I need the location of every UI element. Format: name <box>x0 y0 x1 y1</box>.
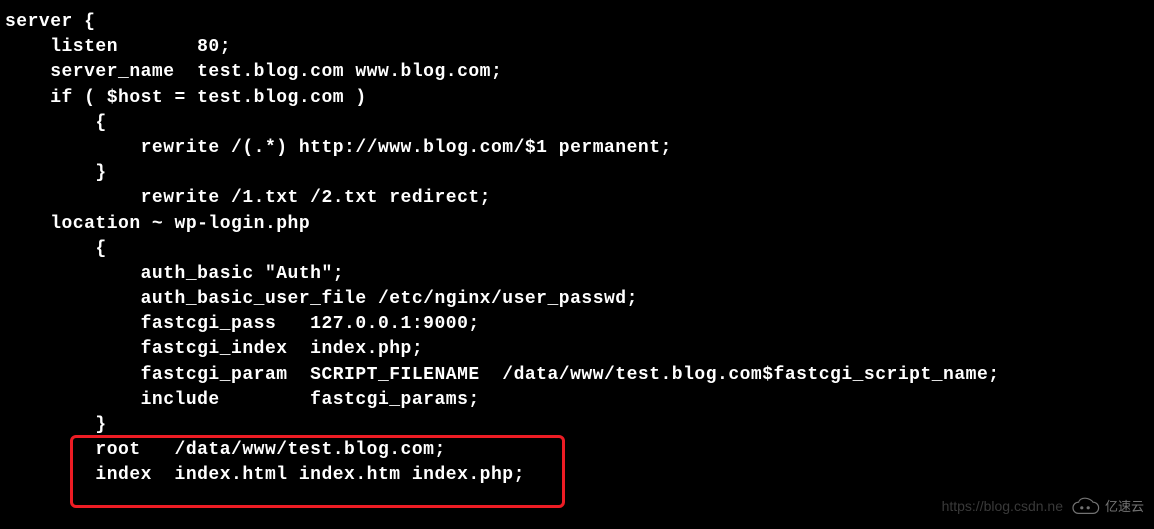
code-line: auth_basic_user_file /etc/nginx/user_pas… <box>5 287 1149 312</box>
code-line: server { <box>5 10 1149 35</box>
code-line: location ~ wp-login.php <box>5 212 1149 237</box>
watermark-url: https://blog.csdn.ne <box>942 497 1063 517</box>
watermark-brand: 亿速云 <box>1105 498 1144 516</box>
code-line: fastcgi_pass 127.0.0.1:9000; <box>5 312 1149 337</box>
code-line: } <box>5 161 1149 186</box>
cloud-icon <box>1069 497 1101 517</box>
code-line: rewrite /1.txt /2.txt redirect; <box>5 186 1149 211</box>
code-line: } <box>5 413 1149 438</box>
code-line: { <box>5 237 1149 262</box>
code-line: { <box>5 111 1149 136</box>
code-line: index index.html index.htm index.php; <box>5 463 1149 488</box>
code-line: auth_basic "Auth"; <box>5 262 1149 287</box>
code-line: root /data/www/test.blog.com; <box>5 438 1149 463</box>
code-line: include fastcgi_params; <box>5 388 1149 413</box>
code-block: server { listen 80; server_name test.blo… <box>5 10 1149 489</box>
watermark: https://blog.csdn.ne 亿速云 <box>942 497 1144 517</box>
code-line: rewrite /(.*) http://www.blog.com/$1 per… <box>5 136 1149 161</box>
code-line: fastcgi_param SCRIPT_FILENAME /data/www/… <box>5 363 1149 388</box>
watermark-logo: 亿速云 <box>1069 497 1144 517</box>
code-line: if ( $host = test.blog.com ) <box>5 86 1149 111</box>
code-line: fastcgi_index index.php; <box>5 337 1149 362</box>
code-line: listen 80; <box>5 35 1149 60</box>
code-line: server_name test.blog.com www.blog.com; <box>5 60 1149 85</box>
